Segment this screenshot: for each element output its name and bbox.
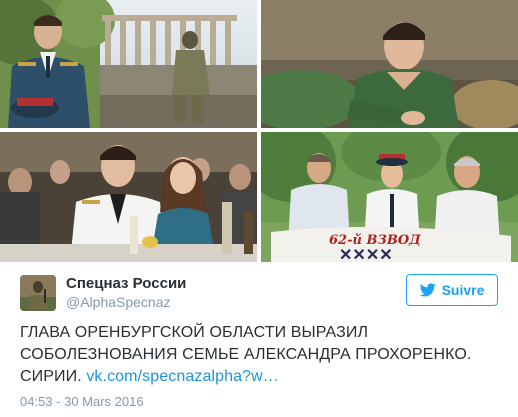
- tweet-text: ГЛАВА ОРЕНБУРГСКОЙ ОБЛАСТИ ВЫРАЗИЛ СОБОЛ…: [20, 322, 500, 388]
- photo-couple-banquet[interactable]: [0, 132, 257, 262]
- tweet-text-line-with-link: СИРИИ. vk.com/specnazalpha?w…: [20, 366, 500, 388]
- author-handle[interactable]: @AlphaSpecnaz: [66, 294, 171, 310]
- twitter-bird-icon: [419, 283, 436, 297]
- photo-three-men-banner[interactable]: 62-й ВЗВОД ✕✕✕✕: [261, 132, 518, 262]
- tweet-timestamp[interactable]: 04:53 - 30 Mars 2016: [20, 394, 144, 409]
- photo-three-men-banner-image: 62-й ВЗВОД ✕✕✕✕: [261, 132, 518, 262]
- follow-button-label: Suivre: [441, 282, 485, 298]
- tweet-card: 62-й ВЗВОД ✕✕✕✕ Спецназ России @AlphaSpe…: [0, 0, 518, 417]
- tweet-link[interactable]: vk.com/specnazalpha?w…: [86, 368, 279, 385]
- photo-grid: 62-й ВЗВОД ✕✕✕✕: [0, 0, 518, 262]
- photo-officer-and-ruins-image: [0, 0, 257, 128]
- photo-young-man-green[interactable]: [261, 0, 518, 128]
- tweet-text-line: СИРИИ.: [20, 368, 82, 385]
- tweet-header: Спецназ России @AlphaSpecnaz Suivre: [20, 272, 498, 312]
- avatar[interactable]: [20, 275, 56, 311]
- avatar-soldier-icon: [20, 275, 56, 311]
- tweet-text-line: ГЛАВА ОРЕНБУРГСКОЙ ОБЛАСТИ ВЫРАЗИЛ: [20, 324, 369, 341]
- photo-couple-banquet-image: [0, 132, 257, 262]
- photo-young-man-green-image: [261, 0, 518, 128]
- photo-officer-and-ruins[interactable]: [0, 0, 257, 128]
- author-name[interactable]: Спецназ России: [66, 275, 186, 292]
- follow-button[interactable]: Suivre: [406, 274, 498, 306]
- banner-ornament: ✕✕✕✕: [339, 245, 393, 262]
- tweet-text-line: СОБОЛЕЗНОВАНИЯ СЕМЬЕ АЛЕКСАНДРА ПРОХОРЕН…: [20, 346, 472, 363]
